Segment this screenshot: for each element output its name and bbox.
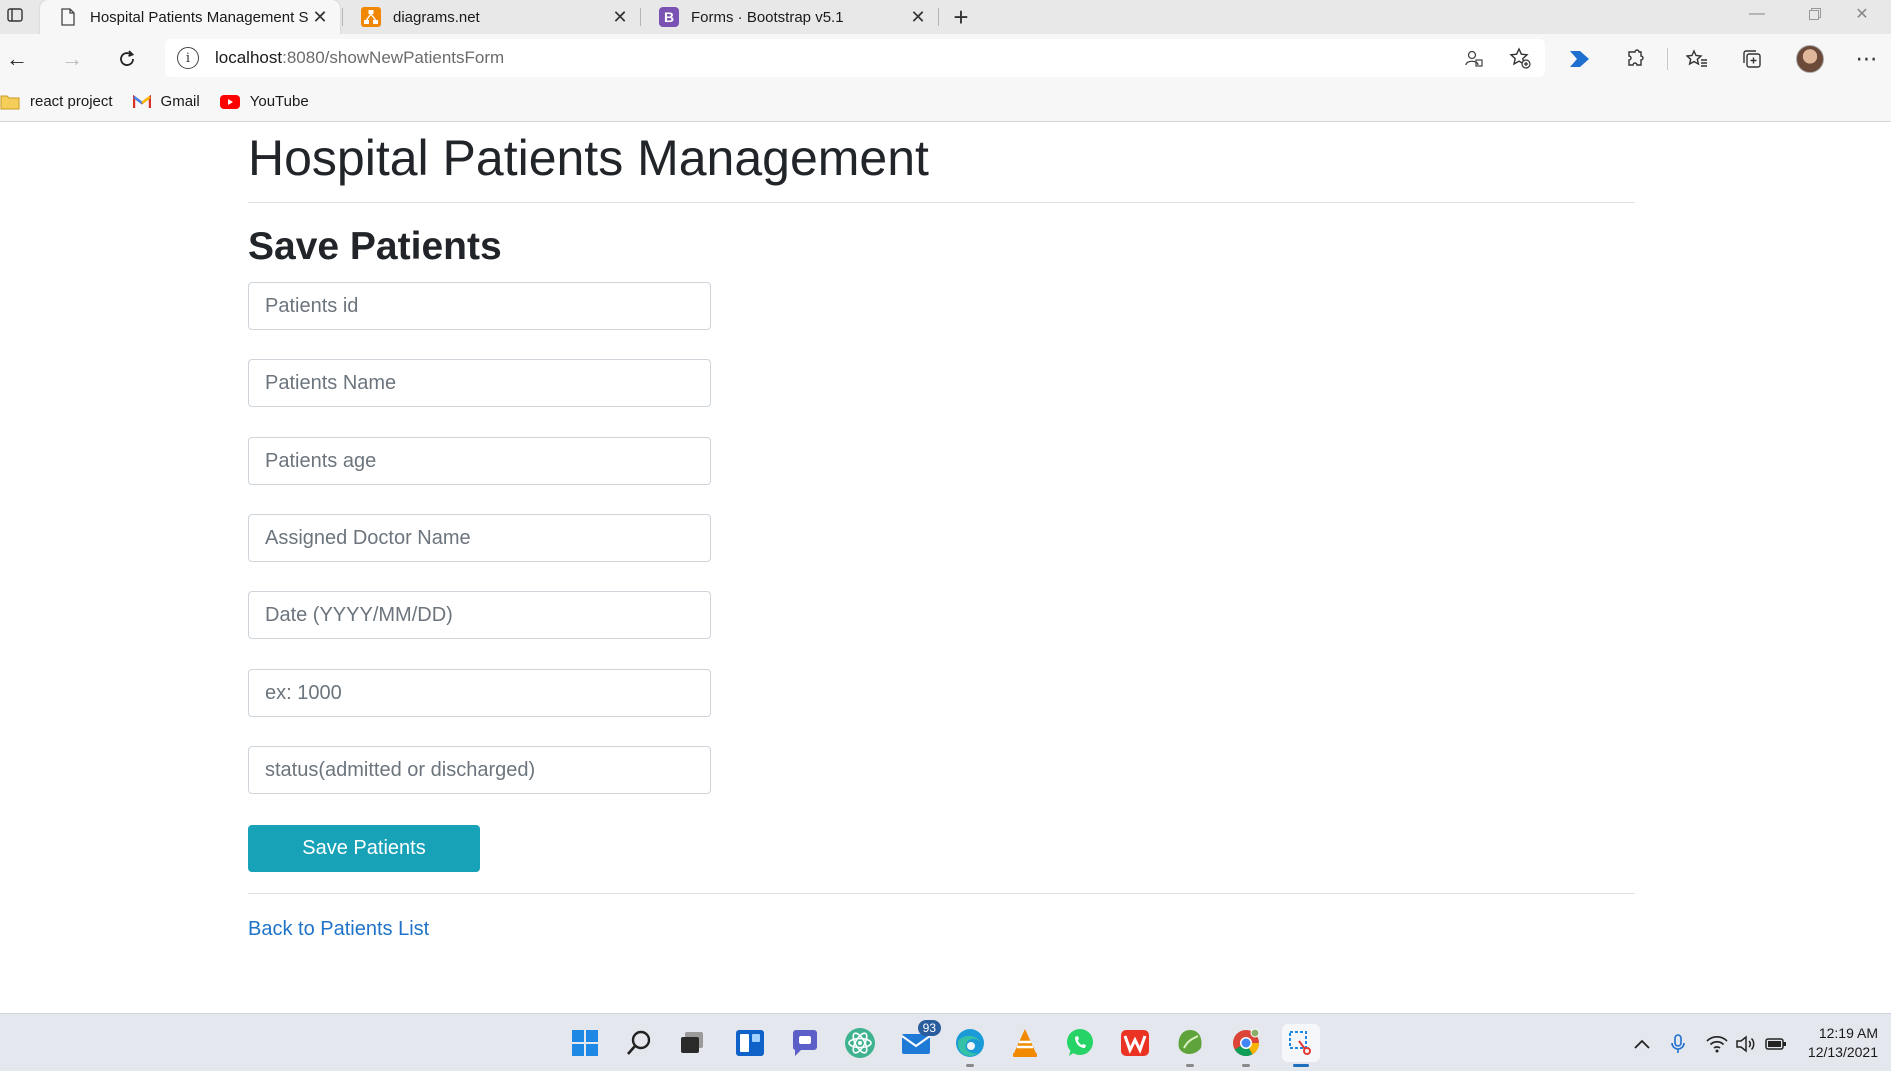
bookmark-gmail[interactable]: Gmail — [132, 93, 200, 110]
new-tab-icon[interactable]: + — [946, 2, 976, 32]
page-content: Hospital Patients Management Save Patien… — [0, 123, 1891, 1013]
bookmark-react-project[interactable]: react project — [0, 93, 113, 110]
clock-time: 12:19 AM — [1818, 1025, 1878, 1041]
address-bar[interactable]: i localhost:8080/showNewPatientsForm — [165, 39, 1545, 77]
favorites-icon[interactable] — [1680, 42, 1714, 76]
windows-start-icon[interactable] — [566, 1024, 604, 1062]
svg-text:B: B — [664, 9, 674, 25]
more-options-icon[interactable]: ⋯ — [1850, 42, 1884, 76]
tab-actions-icon[interactable] — [0, 0, 30, 30]
forward-arrow-icon[interactable]: → — [55, 42, 89, 76]
page-title: Hospital Patients Management — [248, 130, 929, 186]
widgets-icon[interactable] — [731, 1024, 769, 1062]
system-clock[interactable]: 12:19 AM 12/13/2021 — [1800, 1024, 1878, 1062]
youtube-icon — [219, 94, 240, 109]
tab-divider — [938, 8, 939, 26]
mail-badge: 93 — [917, 1020, 941, 1036]
patient-age-input[interactable] — [248, 437, 711, 485]
wifi-icon[interactable] — [1706, 1033, 1728, 1055]
power-automate-icon[interactable] — [1563, 42, 1597, 76]
profile-avatar[interactable] — [1796, 45, 1824, 73]
running-indicator — [1293, 1064, 1309, 1067]
bookmark-label: YouTube — [249, 93, 309, 110]
close-icon[interactable]: ✕ — [608, 5, 632, 29]
account-sync-icon[interactable] — [1459, 43, 1489, 73]
snipping-tool-icon[interactable] — [1282, 1024, 1320, 1067]
tab-bar: Hospital Patients Management S ✕ diagram… — [0, 0, 1891, 34]
chevron-up-icon[interactable] — [1631, 1033, 1653, 1055]
close-icon[interactable]: ✕ — [308, 5, 332, 29]
close-icon[interactable]: ✕ — [906, 5, 930, 29]
date-input[interactable] — [248, 591, 711, 639]
amount-input[interactable] — [248, 669, 711, 717]
divider — [248, 893, 1635, 894]
tab-diagrams[interactable]: diagrams.net ✕ — [343, 0, 640, 34]
back-arrow-icon[interactable]: ← — [0, 42, 34, 76]
add-favorite-icon[interactable] — [1505, 43, 1535, 73]
tab-bootstrap[interactable]: B Forms · Bootstrap v5.1 ✕ — [641, 0, 938, 34]
gmail-icon — [132, 94, 151, 109]
volume-icon[interactable] — [1735, 1033, 1757, 1055]
folder-icon — [0, 94, 20, 110]
save-patients-button[interactable]: Save Patients — [248, 825, 480, 872]
back-to-list-link[interactable]: Back to Patients List — [248, 918, 429, 941]
page-icon — [58, 7, 78, 27]
running-indicator — [1186, 1064, 1194, 1067]
section-title: Save Patients — [248, 225, 502, 268]
teams-chat-icon[interactable] — [786, 1024, 824, 1062]
diagrams-icon — [361, 7, 381, 27]
atom-icon[interactable] — [841, 1024, 879, 1062]
tab-title: diagrams.net — [393, 8, 480, 26]
collections-icon[interactable] — [1735, 42, 1769, 76]
whatsapp-icon[interactable] — [1061, 1024, 1099, 1062]
tab-title: Hospital Patients Management S — [90, 8, 308, 26]
status-input[interactable] — [248, 746, 711, 794]
url-host: localhost — [215, 48, 283, 67]
bootstrap-icon: B — [659, 7, 679, 27]
vlc-icon[interactable] — [1006, 1024, 1044, 1062]
extensions-icon[interactable] — [1619, 42, 1653, 76]
mail-icon[interactable]: 93 — [897, 1020, 941, 1062]
search-icon[interactable] — [620, 1024, 658, 1062]
edge-icon[interactable] — [951, 1024, 989, 1067]
battery-icon[interactable] — [1765, 1033, 1787, 1055]
bookmark-label: react project — [30, 93, 113, 110]
clock-date: 12/13/2021 — [1807, 1044, 1878, 1060]
tab-title: Forms · Bootstrap v5.1 — [691, 8, 844, 26]
minimize-icon[interactable]: — — [1728, 0, 1786, 28]
browser-toolbar: ← → i localhost:8080/showNewPatientsForm… — [0, 34, 1891, 82]
window-close-icon[interactable]: ✕ — [1833, 0, 1891, 28]
running-indicator — [966, 1064, 974, 1067]
chrome-icon[interactable] — [1227, 1024, 1265, 1067]
tab-hospital[interactable]: Hospital Patients Management S ✕ — [40, 0, 340, 34]
task-view-icon[interactable] — [674, 1024, 712, 1062]
site-info-icon[interactable]: i — [177, 47, 199, 69]
patient-id-input[interactable] — [248, 282, 711, 330]
patient-name-input[interactable] — [248, 359, 711, 407]
toolbar-divider — [1667, 48, 1668, 70]
wps-office-icon[interactable] — [1116, 1024, 1154, 1062]
divider — [248, 202, 1635, 203]
taskbar: 93 12:19 AM 12/13/2021 — [0, 1013, 1891, 1071]
bookmark-label: Gmail — [160, 93, 200, 110]
spring-tool-suite-icon[interactable] — [1171, 1024, 1209, 1067]
bookmarks-bar: react project Gmail YouTube — [0, 82, 1891, 122]
refresh-icon[interactable] — [110, 42, 144, 76]
bookmark-youtube[interactable]: YouTube — [219, 93, 309, 110]
url-path: :8080/showNewPatientsForm — [282, 48, 505, 67]
doctor-name-input[interactable] — [248, 514, 711, 562]
running-indicator — [1242, 1064, 1250, 1067]
microphone-icon[interactable] — [1667, 1033, 1689, 1055]
